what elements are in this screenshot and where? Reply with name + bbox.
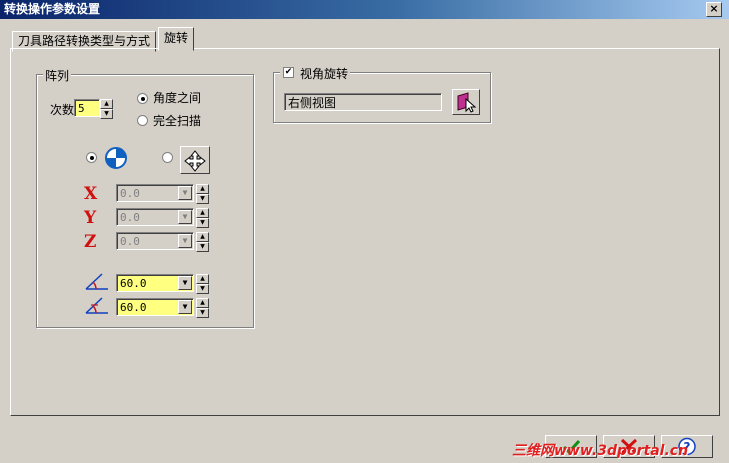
x-dropdown-button[interactable]: ▼	[178, 186, 192, 200]
y-axis-label: Y	[84, 208, 97, 228]
z-value: 0.0	[120, 235, 140, 248]
view-rotate-checkbox[interactable]: ✔	[283, 67, 294, 78]
start-angle-spinner[interactable]: ▲ ▼	[196, 274, 209, 294]
start-angle-input[interactable]: 60.0 ▼	[116, 274, 194, 292]
pick-point-button[interactable]	[180, 146, 210, 174]
title-bar: 转换操作参数设置 ×	[0, 0, 729, 19]
step-angle-value: 60.0	[120, 301, 147, 314]
count-spinner[interactable]: ▲ ▼	[100, 99, 113, 119]
tab-rotate[interactable]: 旋转	[158, 27, 195, 51]
start-angle-icon	[85, 273, 108, 290]
z-spinner[interactable]: ▲ ▼	[196, 232, 209, 252]
step-angle-input[interactable]: 60.0 ▼	[116, 298, 194, 316]
point-radio[interactable]	[162, 152, 173, 163]
step-angle-dropdown-button[interactable]: ▼	[178, 300, 192, 314]
z-dropdown-button[interactable]: ▼	[178, 234, 192, 248]
origin-radio[interactable]	[86, 152, 97, 163]
close-button[interactable]: ×	[706, 2, 722, 17]
step-angle-icon	[85, 297, 108, 314]
start-angle-dropdown-button[interactable]: ▼	[178, 276, 192, 290]
watermark: 三维网www.3dportal.cn	[512, 443, 689, 459]
z-input[interactable]: 0.0 ▼	[116, 232, 194, 250]
array-group-label: 阵列	[43, 67, 72, 84]
x-input[interactable]: 0.0 ▼	[116, 184, 194, 202]
y-dropdown-button[interactable]: ▼	[178, 210, 192, 224]
full-scan-label: 完全扫描	[153, 114, 202, 128]
x-spinner[interactable]: ▲ ▼	[196, 184, 209, 204]
window-title: 转换操作参数设置	[4, 2, 101, 16]
origin-icon	[105, 147, 127, 169]
count-label: 次数	[50, 103, 75, 117]
x-value: 0.0	[120, 187, 140, 200]
move-cross-icon	[184, 150, 206, 172]
start-angle-value: 60.0	[120, 277, 147, 290]
angle-between-radio[interactable]	[137, 93, 148, 104]
y-value: 0.0	[120, 211, 140, 224]
y-input[interactable]: 0.0 ▼	[116, 208, 194, 226]
y-spinner[interactable]: ▲ ▼	[196, 208, 209, 228]
count-input[interactable]: 5	[74, 99, 100, 117]
view-name-field: 右侧视图	[284, 93, 442, 111]
x-axis-label: X	[84, 184, 98, 204]
select-view-button[interactable]	[452, 89, 480, 115]
z-axis-label: Z	[84, 232, 97, 252]
view-cursor-icon	[457, 92, 477, 113]
full-scan-radio[interactable]	[137, 115, 148, 126]
angle-between-label: 角度之间	[153, 91, 202, 105]
step-angle-spinner[interactable]: ▲ ▼	[196, 298, 209, 318]
